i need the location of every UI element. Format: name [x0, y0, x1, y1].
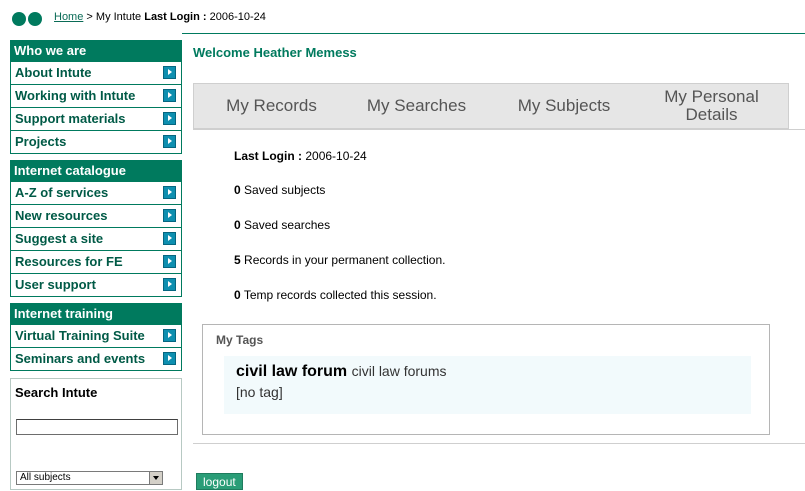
sidebar-item-about-intute[interactable]: About Intute	[10, 62, 182, 85]
arrow-right-icon[interactable]	[163, 232, 176, 245]
last-login-value: 2006-10-24	[305, 149, 367, 163]
sidebar-item-label: New resources	[15, 208, 108, 223]
arrow-right-icon[interactable]	[163, 66, 176, 79]
no-tag-item[interactable]: [no tag]	[236, 384, 283, 400]
sidebar-item-user-support[interactable]: User support	[10, 274, 182, 297]
tag-name[interactable]: civil law forum	[236, 363, 347, 380]
nav-group-who-we-are: Who we are About Intute Working with Int…	[10, 40, 182, 154]
stat-count: 0	[234, 288, 241, 302]
breadcrumb-current: My Intute	[95, 11, 142, 23]
subject-select-value: All subjects	[20, 472, 71, 483]
search-panel: Search Intute All subjects	[10, 378, 182, 490]
my-tags-panel: My Tags civil law forum civil law forums…	[202, 324, 770, 435]
stat-count: 0	[234, 183, 241, 197]
sidebar-item-label: Working with Intute	[15, 88, 136, 103]
sidebar-item-seminars-and-events[interactable]: Seminars and events	[10, 348, 182, 371]
stat-label: Records in your permanent collection.	[244, 253, 446, 267]
arrow-right-icon[interactable]	[163, 209, 176, 222]
arrow-right-icon[interactable]	[163, 112, 176, 125]
my-tags-title: My Tags	[216, 333, 264, 347]
sidebar-item-label: Seminars and events	[15, 351, 146, 366]
sidebar-item-label: Projects	[15, 134, 67, 149]
stat-label: Temp records collected this session.	[243, 288, 437, 302]
tag-list: civil law forum civil law forums [no tag…	[224, 356, 751, 414]
arrow-right-icon[interactable]	[163, 89, 176, 102]
tab-bar: My Records My Searches My Subjects My Pe…	[193, 83, 789, 129]
logout-button[interactable]: logout	[196, 473, 243, 490]
sidebar-item-label: A-Z of services	[15, 185, 109, 200]
tab-my-personal-details[interactable]: My Personal Details	[649, 84, 774, 128]
arrow-right-icon[interactable]	[163, 352, 176, 365]
search-input[interactable]	[16, 419, 178, 435]
sidebar-item-working-with-intute[interactable]: Working with Intute	[10, 85, 182, 108]
sidebar-item-suggest-a-site[interactable]: Suggest a site	[10, 228, 182, 251]
arrow-right-icon[interactable]	[163, 278, 176, 291]
stat-label: Saved subjects	[244, 183, 326, 197]
nav-heading[interactable]: Internet catalogue	[10, 160, 182, 182]
sidebar-item-a-z-services[interactable]: A-Z of services	[10, 182, 182, 205]
tag-item[interactable]: civil law forum civil law forums	[236, 363, 447, 381]
stat-saved-subjects: 0 Saved subjects	[234, 183, 325, 197]
search-title: Search Intute	[15, 385, 98, 400]
header-divider	[182, 33, 805, 34]
sidebar-item-virtual-training-suite[interactable]: Virtual Training Suite	[10, 325, 182, 348]
chevron-down-icon[interactable]	[149, 471, 163, 485]
tab-my-records[interactable]: My Records	[204, 84, 339, 128]
nav-heading[interactable]: Internet training	[10, 303, 182, 325]
sidebar-item-new-resources[interactable]: New resources	[10, 205, 182, 228]
arrow-right-icon[interactable]	[163, 329, 176, 342]
tab-my-searches[interactable]: My Searches	[349, 84, 484, 128]
stat-count: 5	[234, 253, 241, 267]
breadcrumb-last-login-label: Last Login :	[144, 11, 207, 23]
sidebar-item-label: User support	[15, 277, 96, 292]
sidebar-item-support-materials[interactable]: Support materials	[10, 108, 182, 131]
sidebar-item-resources-for-fe[interactable]: Resources for FE	[10, 251, 182, 274]
breadcrumb-separator: >	[86, 11, 93, 23]
nav-group-internet-catalogue: Internet catalogue A-Z of services New r…	[10, 160, 182, 297]
welcome-heading: Welcome Heather Memess	[193, 45, 357, 60]
sidebar-item-label: Virtual Training Suite	[15, 328, 145, 343]
sidebar-item-label: Resources for FE	[15, 254, 123, 269]
stat-permanent-records: 5 Records in your permanent collection.	[234, 253, 445, 267]
sidebar-item-projects[interactable]: Projects	[10, 131, 182, 154]
last-login-label: Last Login :	[234, 149, 302, 163]
logo-dot-icon	[12, 12, 26, 26]
breadcrumb: Home > My Intute Last Login : 2006-10-24	[54, 11, 266, 23]
nav-heading[interactable]: Who we are	[10, 40, 182, 62]
arrow-right-icon[interactable]	[163, 135, 176, 148]
tab-my-subjects[interactable]: My Subjects	[499, 84, 629, 128]
breadcrumb-last-login-value: 2006-10-24	[209, 11, 266, 23]
breadcrumb-home-link[interactable]: Home	[54, 11, 83, 23]
stat-label: Saved searches	[244, 218, 331, 232]
sidebar-item-label: About Intute	[15, 65, 92, 80]
arrow-right-icon[interactable]	[163, 255, 176, 268]
last-login-line: Last Login : 2006-10-24	[234, 149, 367, 163]
sidebar-item-label: Support materials	[15, 111, 126, 126]
logo-dot-icon	[28, 12, 42, 26]
top-bar: Home > My Intute Last Login : 2006-10-24	[12, 9, 805, 33]
nav-group-internet-training: Internet training Virtual Training Suite…	[10, 303, 182, 371]
arrow-right-icon[interactable]	[163, 186, 176, 199]
stat-temp-records: 0 Temp records collected this session.	[234, 288, 437, 302]
sidebar-nav: Who we are About Intute Working with Int…	[10, 40, 182, 377]
subject-select[interactable]: All subjects	[16, 471, 163, 485]
sidebar-item-label: Suggest a site	[15, 231, 104, 246]
stat-saved-searches: 0 Saved searches	[234, 218, 330, 232]
tag-description: civil law forums	[351, 363, 447, 379]
stat-count: 0	[234, 218, 241, 232]
